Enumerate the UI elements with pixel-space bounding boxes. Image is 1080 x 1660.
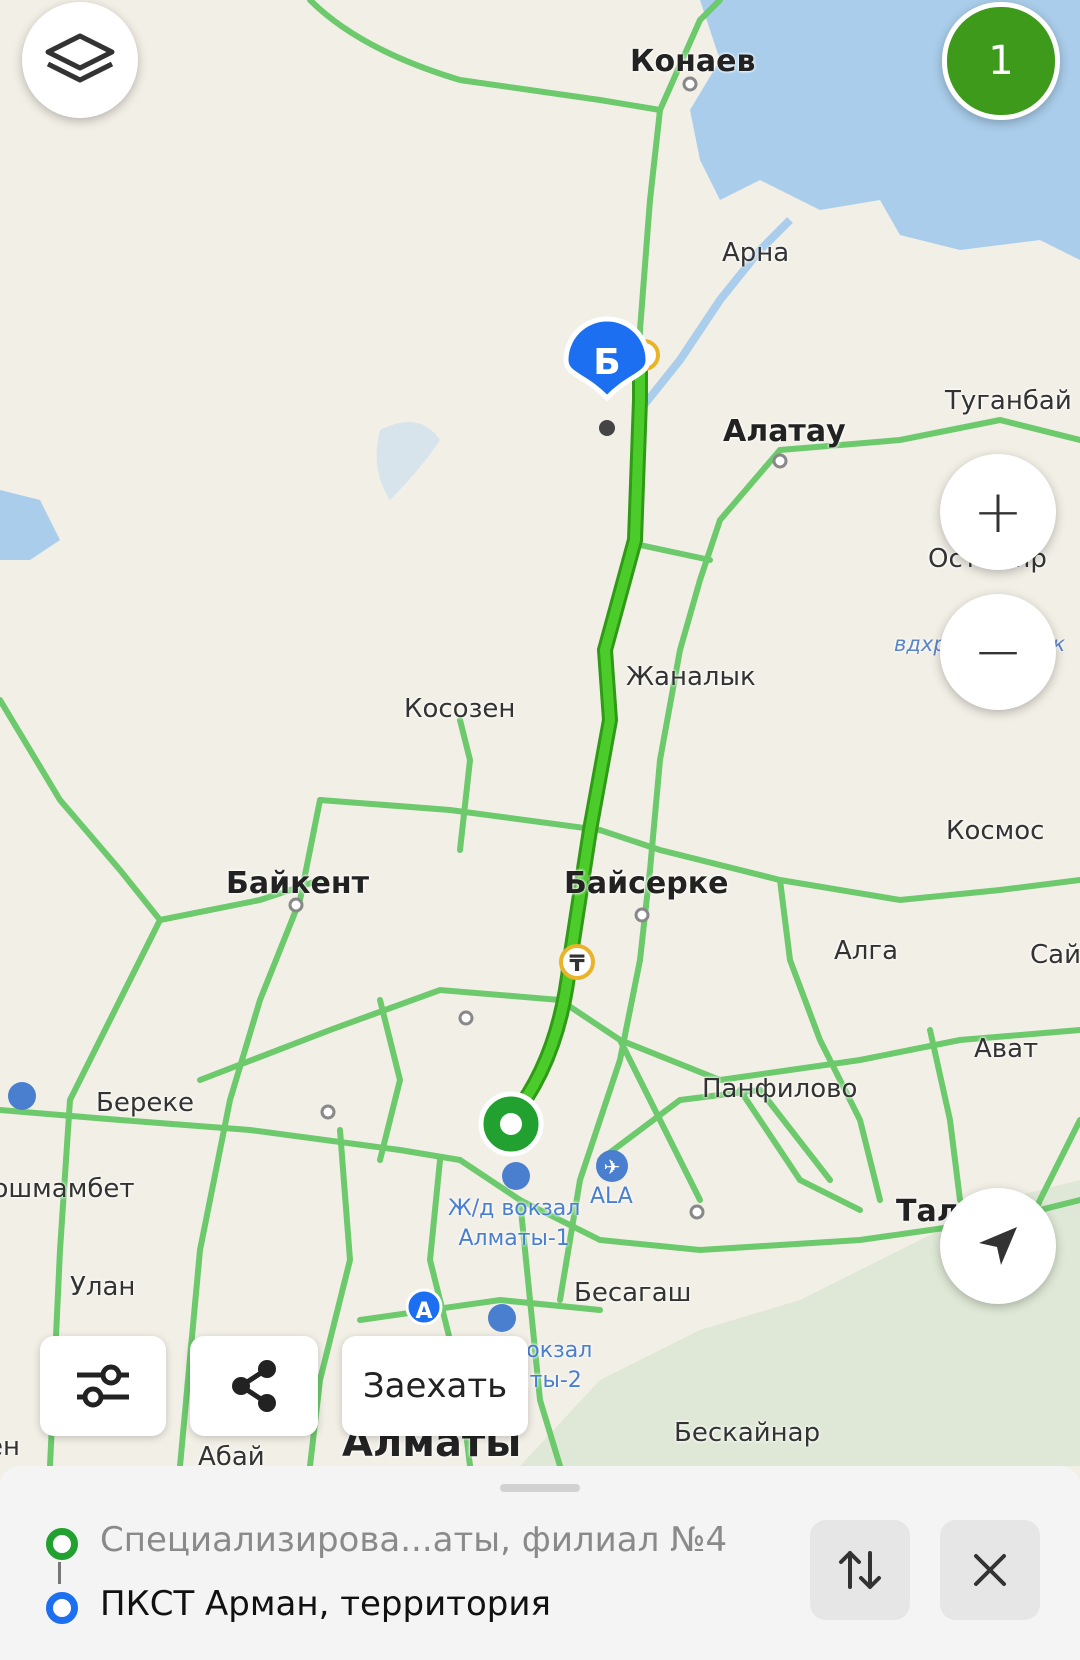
badge-count: 1 <box>988 38 1014 84</box>
label-besagash: Бесагаш <box>574 1278 692 1308</box>
label-baiserke: Байсерке <box>564 866 729 901</box>
origin-field[interactable]: Специализирова...аты, филиал №4 <box>100 1520 727 1560</box>
destination-field[interactable]: ПКСТ Арман, территория <box>100 1584 551 1624</box>
label-bereke: Береке <box>96 1088 195 1118</box>
map-view[interactable]: ₸ Б А ✈ Конаев Арна Туганбай Алатау Осте… <box>0 0 1080 1466</box>
route-settings-button[interactable] <box>40 1336 166 1436</box>
origin-dot <box>46 1528 78 1560</box>
label-arna: Арна <box>722 238 790 268</box>
label-alatau: Алатау <box>723 414 846 449</box>
svg-text:₸: ₸ <box>569 952 585 977</box>
label-kosozen: Косозен <box>404 694 516 724</box>
share-icon <box>232 1360 276 1412</box>
sliders-icon <box>77 1364 129 1408</box>
plus-icon: + <box>972 477 1024 547</box>
label-baikent: Байкент <box>226 866 369 901</box>
route-line <box>502 352 648 1128</box>
svg-text:✈: ✈ <box>604 1155 621 1179</box>
svg-text:А: А <box>415 1299 432 1324</box>
svg-text:Б: Б <box>593 342 620 383</box>
route-sheet: Специализирова...аты, филиал №4 ПКСТ Арм… <box>0 1466 1080 1660</box>
start-marker <box>478 1091 544 1157</box>
swap-button[interactable] <box>810 1520 910 1620</box>
label-avat: Ават <box>974 1034 1039 1064</box>
label-zhanalyk: Жаналык <box>626 662 756 692</box>
label-beskainar: Бескайнар <box>674 1418 821 1448</box>
share-button[interactable] <box>190 1336 318 1436</box>
lake-west <box>0 490 60 560</box>
zoom-out-button[interactable]: − <box>940 594 1056 710</box>
label-tuganbai: Туганбай <box>945 386 1072 416</box>
label-airport-ala: ALA <box>590 1184 633 1209</box>
route-connector <box>58 1562 61 1584</box>
label-koshmambet: Кошмамбет <box>0 1174 135 1204</box>
toll-marker: ₸ <box>559 944 595 980</box>
label-alga: Алга <box>834 936 898 966</box>
label-kosmos: Космос <box>946 816 1045 846</box>
lake-small <box>376 422 440 500</box>
close-icon <box>974 1554 1006 1586</box>
stop-marker-a: А <box>405 1288 443 1326</box>
locate-button[interactable] <box>940 1188 1056 1304</box>
zoom-in-button[interactable]: + <box>940 454 1056 570</box>
close-button[interactable] <box>940 1520 1040 1620</box>
layers-icon <box>45 33 115 83</box>
label-sai: Сай <box>1030 940 1080 970</box>
label-kaskelen: Каскелен <box>0 1432 20 1462</box>
stopover-button[interactable]: Заехать <box>342 1336 528 1436</box>
label-konaev: Конаев <box>630 44 756 79</box>
layers-button[interactable] <box>22 2 138 118</box>
label-ulan: Улан <box>70 1272 136 1302</box>
label-panfilovo: Панфилово <box>702 1074 858 1104</box>
navigation-arrow-icon <box>979 1227 1017 1265</box>
label-abai: Абай <box>198 1442 265 1466</box>
sheet-drag-handle[interactable] <box>500 1484 580 1492</box>
stopover-label: Заехать <box>362 1366 508 1406</box>
swap-vertical-icon <box>839 1551 881 1589</box>
destination-dot <box>46 1592 78 1624</box>
minus-icon: − <box>972 617 1024 687</box>
label-station-almaty-1: Ж/д вокзал Алматы-1 <box>448 1196 581 1251</box>
counter-badge[interactable]: 1 <box>942 2 1060 120</box>
